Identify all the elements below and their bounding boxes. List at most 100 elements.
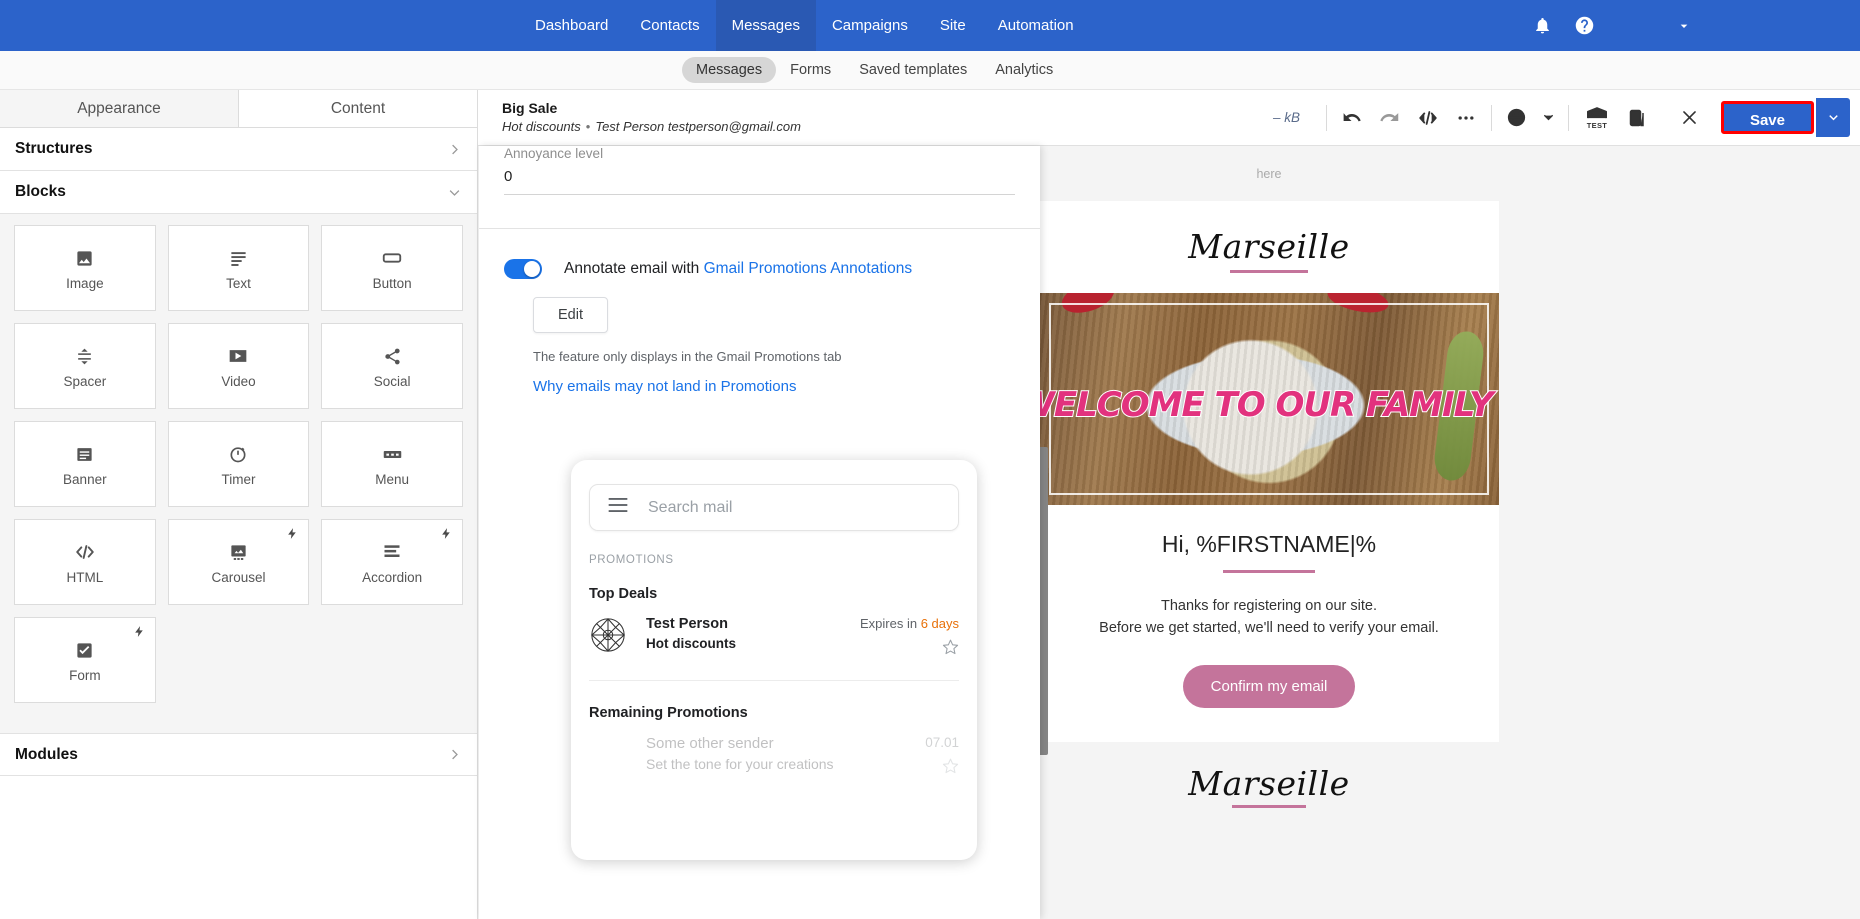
save-button[interactable]: Save: [1720, 101, 1814, 134]
annoyance-level-input[interactable]: 0: [504, 161, 1015, 195]
star-icon[interactable]: [942, 638, 959, 660]
email-hero-image: WELCOME TO OUR FAMILY: [1039, 293, 1499, 505]
gmail-subject-snippet: Hot discounts: [646, 636, 736, 651]
footer-underline: [1232, 805, 1306, 808]
video-icon: [228, 343, 248, 369]
code-view-icon[interactable]: [1409, 99, 1447, 137]
block-label: Timer: [221, 472, 256, 487]
annotate-email-toggle-row: Annotate email with Gmail Promotions Ann…: [479, 229, 1040, 279]
block-menu[interactable]: Menu: [321, 421, 463, 507]
gmail-date: 07.01: [925, 735, 959, 750]
block-label: Video: [221, 374, 256, 389]
undo-icon[interactable]: [1333, 99, 1371, 137]
premium-bolt-icon: [440, 525, 453, 547]
gmail-remaining-meta: 07.01: [925, 735, 959, 779]
more-icon[interactable]: [1447, 99, 1485, 137]
promotions-tab-hint: The feature only displays in the Gmail P…: [533, 349, 842, 364]
tab-analytics[interactable]: Analytics: [981, 57, 1067, 83]
close-icon[interactable]: [1669, 98, 1711, 138]
image-icon: [75, 245, 94, 271]
block-button[interactable]: Button: [321, 225, 463, 311]
toolbar-divider: [1325, 104, 1327, 131]
star-icon[interactable]: [942, 757, 959, 779]
tab-messages[interactable]: Messages: [682, 57, 777, 83]
block-text[interactable]: Text: [167, 225, 310, 311]
tab-forms[interactable]: Forms: [776, 57, 845, 83]
confirm-email-button[interactable]: Confirm my email: [1182, 665, 1356, 708]
gmail-top-deal-row[interactable]: Test Person Hot discounts Expires in 6 d…: [589, 616, 959, 660]
banner-icon: [75, 441, 94, 467]
page-title: Big Sale: [502, 100, 558, 116]
block-spacer[interactable]: Spacer: [14, 323, 156, 409]
sidebar-tab-appearance[interactable]: Appearance: [0, 90, 239, 127]
globe-icon[interactable]: [1498, 99, 1536, 137]
bell-icon[interactable]: [1521, 0, 1563, 51]
nav-item-messages[interactable]: Messages: [715, 0, 816, 51]
avatar: [589, 735, 627, 773]
gmail-search-placeholder: Search mail: [648, 498, 733, 516]
tab-saved-templates[interactable]: Saved templates: [845, 57, 981, 83]
gmail-top-deal-texts: Test Person Hot discounts: [646, 616, 736, 651]
test-send-icon[interactable]: TEST: [1575, 99, 1619, 137]
gmail-promotions-annotations-link[interactable]: Gmail Promotions Annotations: [704, 260, 913, 277]
nav-item-campaigns[interactable]: Campaigns: [816, 0, 924, 51]
block-image[interactable]: Image: [14, 225, 156, 311]
menu-icon: [382, 441, 403, 467]
email-subject: Hot discounts: [502, 119, 581, 134]
accordion-icon: [382, 539, 402, 565]
gmail-top-deal-meta: Expires in 6 days: [860, 616, 959, 660]
gmail-sender-name: Test Person: [646, 616, 728, 632]
email-footer-brand: Marseille: [1188, 764, 1350, 803]
sidebar-section-structures[interactable]: Structures: [0, 128, 477, 171]
globe-chevron-icon[interactable]: [1536, 99, 1562, 137]
nav-item-dashboard[interactable]: Dashboard: [519, 0, 624, 51]
edit-annotations-button[interactable]: Edit: [533, 297, 608, 333]
gmail-search-input[interactable]: Search mail: [589, 484, 959, 531]
block-label: Social: [373, 374, 411, 389]
text-icon: [229, 245, 248, 271]
top-navigation-bar: Dashboard Contacts Messages Campaigns Si…: [0, 0, 1860, 51]
block-timer[interactable]: Timer: [167, 421, 310, 507]
block-label: Image: [66, 276, 104, 291]
block-carousel[interactable]: Carousel: [167, 519, 310, 605]
annotate-email-toggle[interactable]: [504, 259, 542, 279]
block-form[interactable]: Form: [14, 617, 156, 703]
block-accordion[interactable]: Accordion: [321, 519, 463, 605]
save-group: Save: [1720, 98, 1850, 137]
toolbar-divider: [1567, 104, 1569, 131]
expiry-value: 6 days: [920, 616, 959, 631]
hamburger-icon[interactable]: [608, 498, 628, 517]
hero-headline: WELCOME TO OUR FAMILY: [1039, 384, 1495, 426]
email-header-brand-block: Marseille: [1039, 201, 1499, 293]
timer-icon: [228, 441, 248, 467]
gmail-other-sender-name: Some other sender: [646, 735, 774, 752]
nav-item-automation[interactable]: Automation: [982, 0, 1090, 51]
email-paragraph-line-2: Before we get started, we'll need to ver…: [1099, 620, 1439, 636]
duplicate-icon[interactable]: [1619, 99, 1657, 137]
block-social[interactable]: Social: [321, 323, 463, 409]
toggle-knob: [524, 261, 540, 277]
email-preheader: here: [1039, 146, 1499, 201]
redo-icon[interactable]: [1371, 99, 1409, 137]
sidebar-section-blocks[interactable]: Blocks: [0, 171, 477, 214]
editor-subtitle: Hot discounts • Test Person testperson@gma…: [502, 118, 801, 135]
carousel-icon: [229, 539, 248, 565]
save-options-chevron-icon[interactable]: [1816, 98, 1850, 137]
sidebar-tab-content[interactable]: Content: [239, 90, 477, 127]
block-html[interactable]: HTML: [14, 519, 156, 605]
email-greeting[interactable]: Hi, %FIRSTNAME|%: [1069, 531, 1469, 558]
test-badge-label: TEST: [1586, 120, 1608, 130]
gmail-top-deals-title: Top Deals: [589, 586, 658, 602]
why-emails-not-land-link[interactable]: Why emails may not land in Promotions: [533, 378, 1040, 395]
sidebar-section-modules[interactable]: Modules: [0, 733, 477, 776]
nav-item-site[interactable]: Site: [924, 0, 982, 51]
sender-logo-icon: [589, 616, 627, 654]
block-label: Button: [372, 276, 412, 291]
sidebar-section-modules-label: Modules: [15, 745, 78, 763]
gmail-remaining-row[interactable]: Some other sender Set the tone for your …: [589, 735, 959, 779]
block-banner[interactable]: Banner: [14, 421, 156, 507]
nav-item-contacts[interactable]: Contacts: [624, 0, 715, 51]
block-video[interactable]: Video: [167, 323, 310, 409]
account-chevron-icon[interactable]: [1663, 0, 1705, 51]
help-icon[interactable]: [1563, 0, 1605, 51]
